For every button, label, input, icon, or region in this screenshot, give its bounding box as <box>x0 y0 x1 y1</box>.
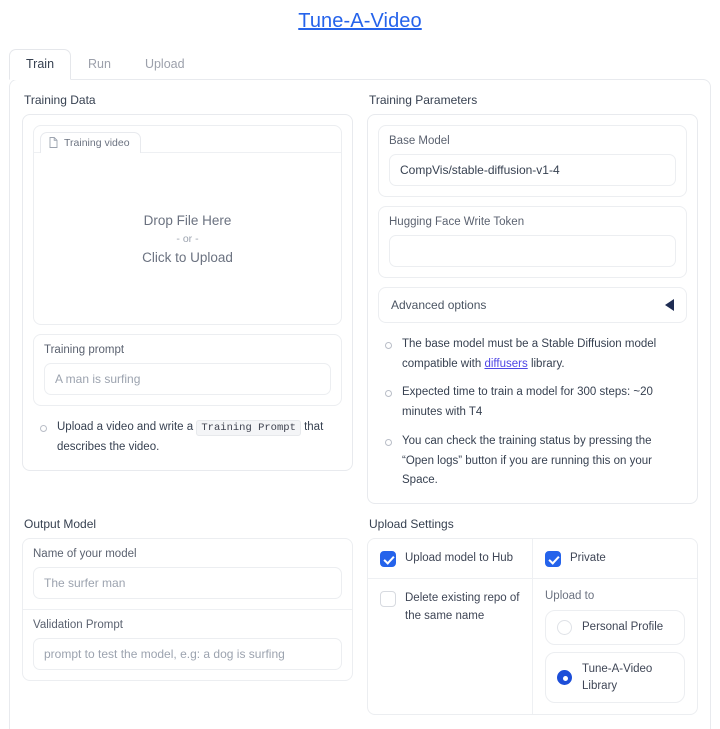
training-data-column: Training Data Training video Drop File H… <box>22 93 353 504</box>
training-parameters-panel: Base Model Hugging Face Write Token Adva… <box>367 113 698 505</box>
train-tab-panel: Training Data Training video Drop File H… <box>9 78 711 729</box>
bottom-row: Output Model Name of your model Validati… <box>22 517 698 716</box>
private-cell: Private <box>532 539 697 579</box>
upload-settings-column: Upload Settings Upload model to Hub Priv… <box>367 517 698 716</box>
validation-prompt-input[interactable] <box>33 638 342 671</box>
training-parameters-column: Training Parameters Base Model Hugging F… <box>367 92 698 505</box>
dropzone-click-to-upload[interactable]: Click to Upload <box>142 250 233 265</box>
training-parameters-label: Training Parameters <box>369 92 478 107</box>
document-icon <box>49 137 58 149</box>
video-dropzone[interactable]: Drop File Here - or - Click to Upload <box>34 152 341 324</box>
file-tab-training-video[interactable]: Training video <box>40 131 141 153</box>
hf-token-input[interactable] <box>389 234 676 267</box>
model-name-field: Name of your model <box>23 539 352 609</box>
private-label: Private <box>570 552 606 565</box>
training-data-note-1: Upload a video and write a Training Prom… <box>35 418 340 458</box>
checkbox-checked-icon <box>380 551 396 568</box>
triangle-left-icon <box>665 298 674 311</box>
parameters-note-2: Expected time to train a model for 300 s… <box>380 383 685 423</box>
app-root: Tune-A-Video Train Run Upload Training D… <box>0 0 720 729</box>
dropzone-or-text: - or - <box>176 232 199 245</box>
output-model-panel: Name of your model Validation Prompt <box>22 538 353 682</box>
upload-to-hub-cell: Upload model to Hub <box>368 539 532 578</box>
training-data-notes: Upload a video and write a Training Prom… <box>33 415 342 460</box>
base-model-field: Base Model <box>378 124 687 197</box>
note-text-before: Upload a video and write a <box>57 421 194 434</box>
row-spacer <box>22 504 698 517</box>
advanced-options-accordion[interactable]: Advanced options <box>378 286 687 323</box>
upload-model-to-hub-checkbox[interactable]: Upload model to Hub <box>380 550 520 568</box>
radio-tune-a-video-library[interactable]: Tune-A-Video Library <box>545 652 685 704</box>
parameters-note-1-text-a: The base model must be a Stable Diffusio… <box>402 337 657 370</box>
delete-existing-repo-checkbox[interactable]: Delete existing repo of the same name <box>380 590 520 625</box>
output-model-column: Output Model Name of your model Validati… <box>22 517 353 715</box>
delete-repo-cell: Delete existing repo of the same name <box>368 579 532 714</box>
base-model-input[interactable] <box>389 153 676 186</box>
training-data-panel: Training video Drop File Here - or - Cli… <box>22 113 353 471</box>
training-parameters-notes: The base model must be a Stable Diffusio… <box>378 332 687 493</box>
hf-token-field: Hugging Face Write Token <box>378 205 687 278</box>
parameters-note-3: You can check the training status by pre… <box>380 432 685 491</box>
upload-model-to-hub-label: Upload model to Hub <box>405 552 514 565</box>
training-data-label: Training Data <box>24 92 96 107</box>
model-name-input[interactable] <box>33 567 342 600</box>
parameters-note-1: The base model must be a Stable Diffusio… <box>380 335 685 375</box>
settings-row-checkboxes: Upload model to Hub Private <box>368 539 697 579</box>
diffusers-link[interactable]: diffusers <box>484 358 527 370</box>
dropzone-primary-text: Drop File Here <box>143 212 232 228</box>
file-tab-label: Training video <box>64 136 130 149</box>
tab-train[interactable]: Train <box>9 49 72 80</box>
radio-personal-profile-label: Personal Profile <box>582 621 664 634</box>
radio-tune-a-video-library-label: Tune-A-Video Library <box>582 663 653 692</box>
radio-personal-profile[interactable]: Personal Profile <box>545 610 685 646</box>
page-title-link[interactable]: Tune-A-Video <box>298 10 422 32</box>
validation-prompt-field: Validation Prompt <box>23 609 352 680</box>
validation-prompt-label: Validation Prompt <box>33 619 123 632</box>
advanced-options-label: Advanced options <box>391 297 487 312</box>
output-model-label: Output Model <box>24 517 97 532</box>
checkbox-checked-icon <box>545 551 561 568</box>
file-tab-row: Training video <box>34 126 341 154</box>
tab-bar: Train Run Upload <box>0 49 720 80</box>
top-row: Training Data Training video Drop File H… <box>22 92 698 505</box>
upload-settings-label: Upload Settings <box>369 517 454 532</box>
training-prompt-input[interactable] <box>44 363 331 396</box>
upload-to-label: Upload to <box>545 590 595 603</box>
hf-token-label: Hugging Face Write Token <box>389 215 525 228</box>
checkbox-unchecked-icon <box>380 591 396 608</box>
tab-upload[interactable]: Upload <box>128 49 202 79</box>
model-name-label: Name of your model <box>33 548 137 561</box>
tab-run[interactable]: Run <box>71 49 128 79</box>
page-header: Tune-A-Video <box>0 0 720 33</box>
base-model-label: Base Model <box>389 134 450 147</box>
parameters-note-1-text-b: library. <box>530 357 565 370</box>
training-prompt-label: Training prompt <box>44 344 125 357</box>
inline-code-training-prompt: Training Prompt <box>196 420 301 437</box>
training-prompt-field: Training prompt <box>33 334 342 407</box>
delete-existing-repo-label: Delete existing repo of the same name <box>405 592 520 622</box>
settings-row-options: Delete existing repo of the same name Up… <box>368 578 697 715</box>
radio-unselected-icon <box>557 620 572 636</box>
private-checkbox[interactable]: Private <box>545 550 685 568</box>
upload-to-cell: Upload to Personal Profile Tune-A-Video … <box>532 579 697 715</box>
upload-settings-panel: Upload model to Hub Private Delete exist… <box>367 538 698 716</box>
video-upload-block: Training video Drop File Here - or - Cli… <box>33 124 342 326</box>
radio-selected-icon <box>557 670 572 686</box>
